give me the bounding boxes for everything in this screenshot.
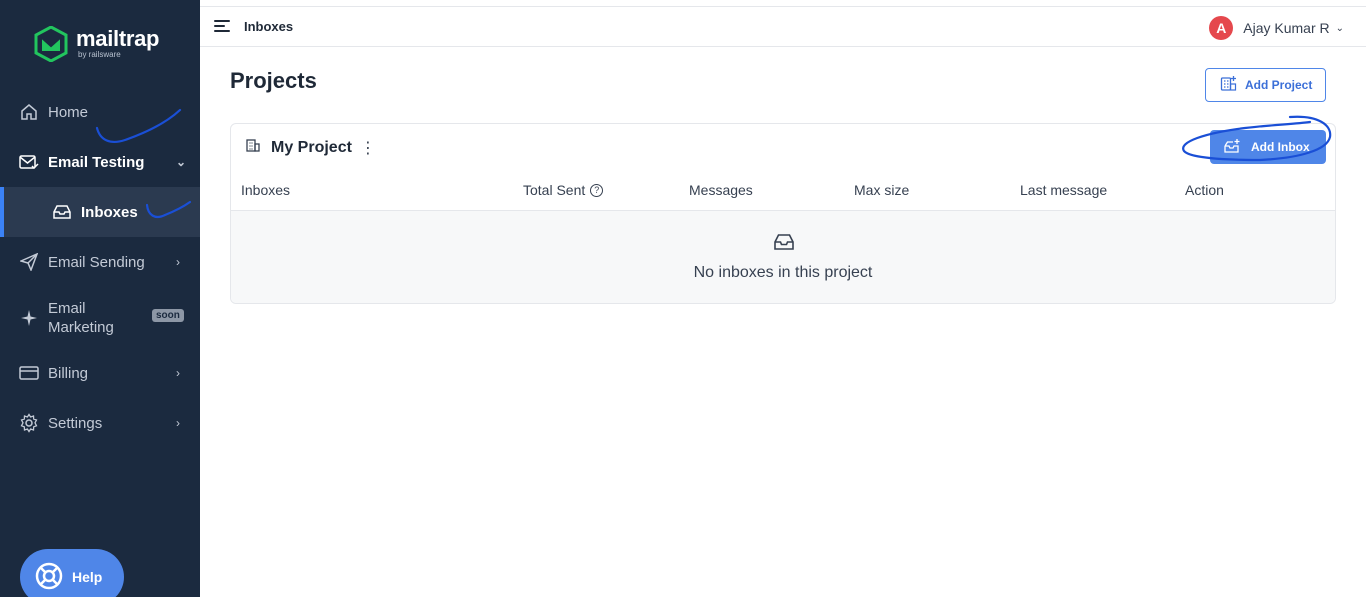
mailtrap-logo-icon — [34, 26, 68, 62]
sidebar: mailtrap by railsware Home Email Testing… — [0, 0, 200, 597]
soon-badge: soon — [152, 309, 184, 322]
column-header-last-message: Last message — [1020, 182, 1108, 198]
empty-state-text: No inboxes in this project — [693, 264, 873, 281]
mailtrap-logo[interactable]: mailtrap by railsware — [34, 26, 159, 62]
more-options-icon[interactable]: ⋮ — [360, 138, 376, 158]
brand-name: mailtrap — [76, 26, 160, 51]
breadcrumb: Inboxes — [244, 19, 294, 34]
page-title: Projects — [230, 68, 317, 93]
help-circle-icon[interactable]: ? — [590, 183, 604, 197]
user-name: Ajay Kumar R — [1243, 20, 1330, 36]
home-icon — [19, 102, 39, 122]
sidebar-item-label-line2: Marketing — [48, 319, 114, 336]
add-project-label: Add Project — [1245, 78, 1313, 92]
sidebar-item-inboxes[interactable]: Inboxes — [0, 187, 200, 237]
project-card: My Project ⋮ Add Inbox Inboxes Total Sen… — [230, 123, 1336, 304]
send-icon — [19, 252, 39, 272]
column-header-max-size: Max size — [854, 182, 910, 198]
gear-icon — [19, 413, 39, 433]
column-header-total-sent: Total Sent ? — [523, 182, 604, 198]
brand-sub: by railsware — [78, 50, 121, 59]
help-label: Help — [72, 569, 103, 585]
mail-check-icon — [19, 152, 39, 172]
building-icon — [245, 137, 261, 158]
sidebar-item-label: Home — [48, 103, 89, 121]
column-header-messages: Messages — [689, 182, 753, 198]
add-inbox-label: Add Inbox — [1251, 140, 1310, 154]
menu-icon[interactable] — [214, 20, 230, 34]
chevron-right-icon: › — [176, 366, 180, 380]
add-inbox-icon — [1224, 138, 1241, 157]
table-empty-state: No inboxes in this project — [231, 210, 1335, 303]
sidebar-item-label: Billing — [48, 364, 89, 382]
sparkle-icon — [19, 308, 39, 328]
sidebar-item-label: Email Sending — [48, 253, 145, 271]
card-icon — [19, 363, 39, 383]
chevron-right-icon: › — [176, 255, 180, 269]
chevron-right-icon: › — [176, 416, 180, 430]
sidebar-item-billing[interactable]: Billing › — [0, 363, 200, 383]
add-project-button[interactable]: Add Project — [1205, 68, 1326, 102]
lifebuoy-icon — [34, 561, 64, 594]
sidebar-item-label: Email — [48, 300, 86, 317]
sidebar-item-settings[interactable]: Settings › — [0, 413, 200, 433]
sidebar-item-label: Inboxes — [81, 203, 138, 221]
column-header-inboxes: Inboxes — [241, 182, 291, 198]
sidebar-item-label: Settings — [48, 414, 103, 432]
avatar: A — [1209, 16, 1234, 40]
user-menu[interactable]: A Ajay Kumar R ⌄ — [1209, 16, 1344, 40]
sidebar-item-home[interactable]: Home — [0, 102, 200, 122]
add-project-icon — [1220, 75, 1237, 95]
inbox-icon — [52, 202, 72, 222]
chevron-down-icon: ⌄ — [176, 155, 187, 169]
column-header-action: Action — [1185, 182, 1224, 198]
sidebar-item-email-sending[interactable]: Email Sending › — [0, 252, 200, 272]
sidebar-item-label: Email Testing — [48, 153, 145, 171]
inbox-icon — [773, 233, 795, 256]
project-name: My Project — [271, 138, 352, 156]
add-inbox-button[interactable]: Add Inbox — [1210, 130, 1326, 164]
top-bar: Inboxes A Ajay Kumar R ⌄ — [200, 6, 1366, 47]
sidebar-item-email-testing[interactable]: Email Testing ⌄ — [0, 152, 200, 172]
help-button[interactable]: Help — [20, 549, 124, 597]
chevron-down-icon: ⌄ — [1335, 22, 1344, 34]
